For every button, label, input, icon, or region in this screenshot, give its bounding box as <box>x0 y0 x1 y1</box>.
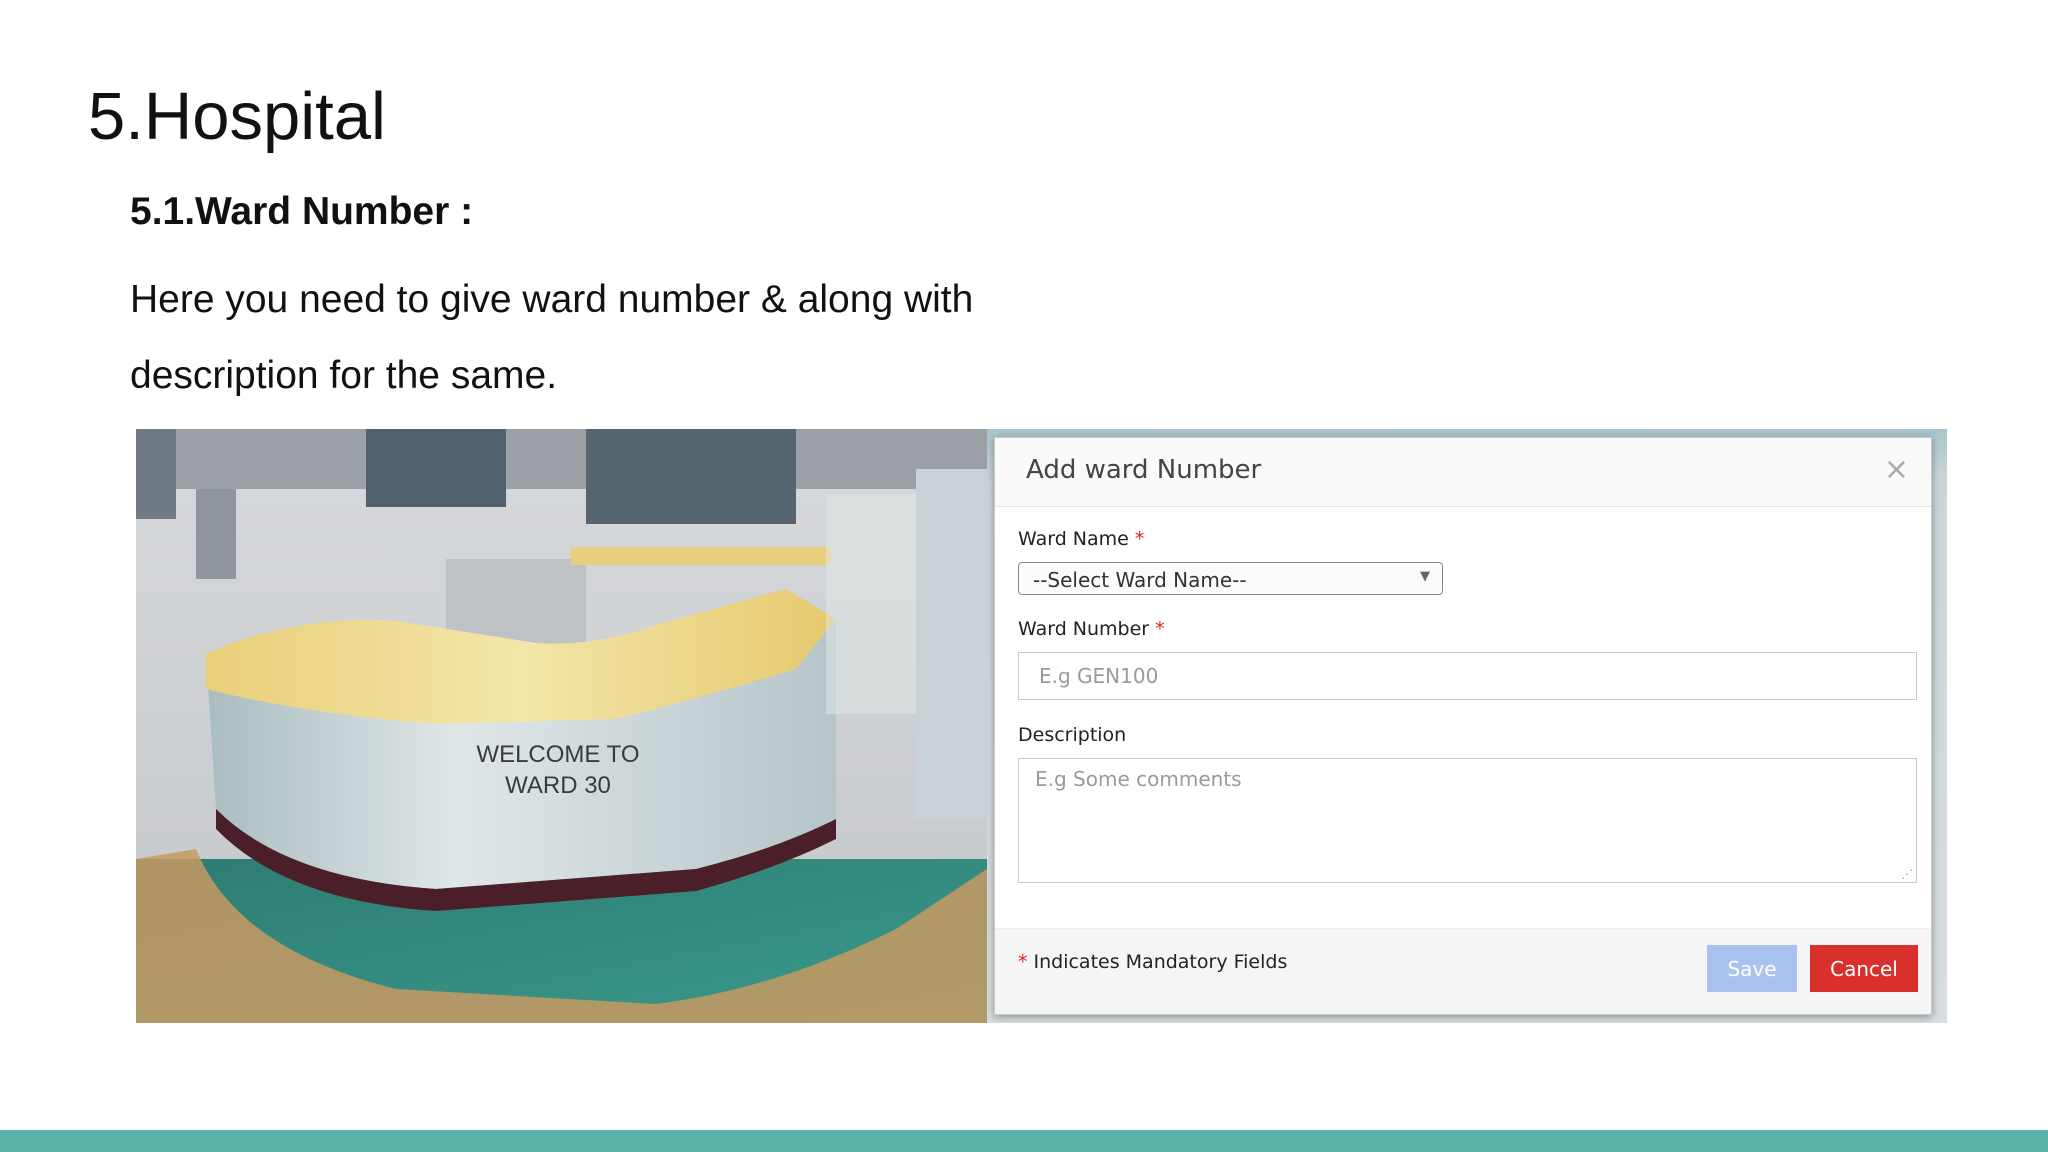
dialog-title: Add ward Number <box>1026 455 1262 485</box>
required-asterisk: * <box>1018 951 1028 973</box>
dropdown-arrow-icon: ▼ <box>1420 569 1430 584</box>
ward-number-placeholder: E.g GEN100 <box>1039 664 1159 688</box>
description-textarea[interactable]: E.g Some comments ⋰ <box>1018 758 1917 883</box>
modal-backdrop: Add ward Number × Ward Name * --Select Wa… <box>987 429 1947 1023</box>
nurse-station-illustration <box>136 429 987 1023</box>
ward-screenshot: WELCOME TO WARD 30 Add ward Number × War… <box>136 429 1947 1023</box>
ward-name-select-value: --Select Ward Name-- <box>1033 568 1247 592</box>
dialog-footer: * Indicates Mandatory Fields Save Cancel <box>995 928 1931 1014</box>
cancel-button[interactable]: Cancel <box>1810 945 1918 992</box>
description-placeholder: E.g Some comments <box>1035 767 1242 791</box>
ward-name-label-text: Ward Name <box>1018 528 1129 550</box>
required-asterisk: * <box>1134 528 1145 550</box>
ward-name-label: Ward Name * <box>1018 528 1144 550</box>
slide-title: 5.Hospital <box>88 79 386 154</box>
mandatory-note-text: Indicates Mandatory Fields <box>1033 951 1288 973</box>
section-heading: 5.1.Ward Number : <box>130 190 474 233</box>
nurse-station-photo: WELCOME TO WARD 30 <box>136 429 987 1023</box>
ward-sign-text: WELCOME TO WARD 30 <box>476 741 640 799</box>
close-icon[interactable]: × <box>1884 452 1909 487</box>
ward-number-label: Ward Number * <box>1018 618 1165 640</box>
dialog-header: Add ward Number × <box>995 438 1931 507</box>
mandatory-fields-note: * Indicates Mandatory Fields <box>1018 951 1287 973</box>
description-label: Description <box>1018 724 1127 746</box>
add-ward-number-dialog: Add ward Number × Ward Name * --Select Wa… <box>994 437 1932 1015</box>
save-button[interactable]: Save <box>1707 945 1797 992</box>
ward-number-input[interactable]: E.g GEN100 <box>1018 652 1917 700</box>
footer-accent-bar <box>0 1130 2048 1152</box>
resize-grip-icon[interactable]: ⋰ <box>1901 867 1913 881</box>
ward-name-select[interactable]: --Select Ward Name-- ▼ <box>1018 562 1443 595</box>
section-description: Here you need to give ward number & alon… <box>130 278 974 397</box>
required-asterisk: * <box>1155 618 1165 640</box>
ward-number-label-text: Ward Number <box>1018 618 1150 640</box>
